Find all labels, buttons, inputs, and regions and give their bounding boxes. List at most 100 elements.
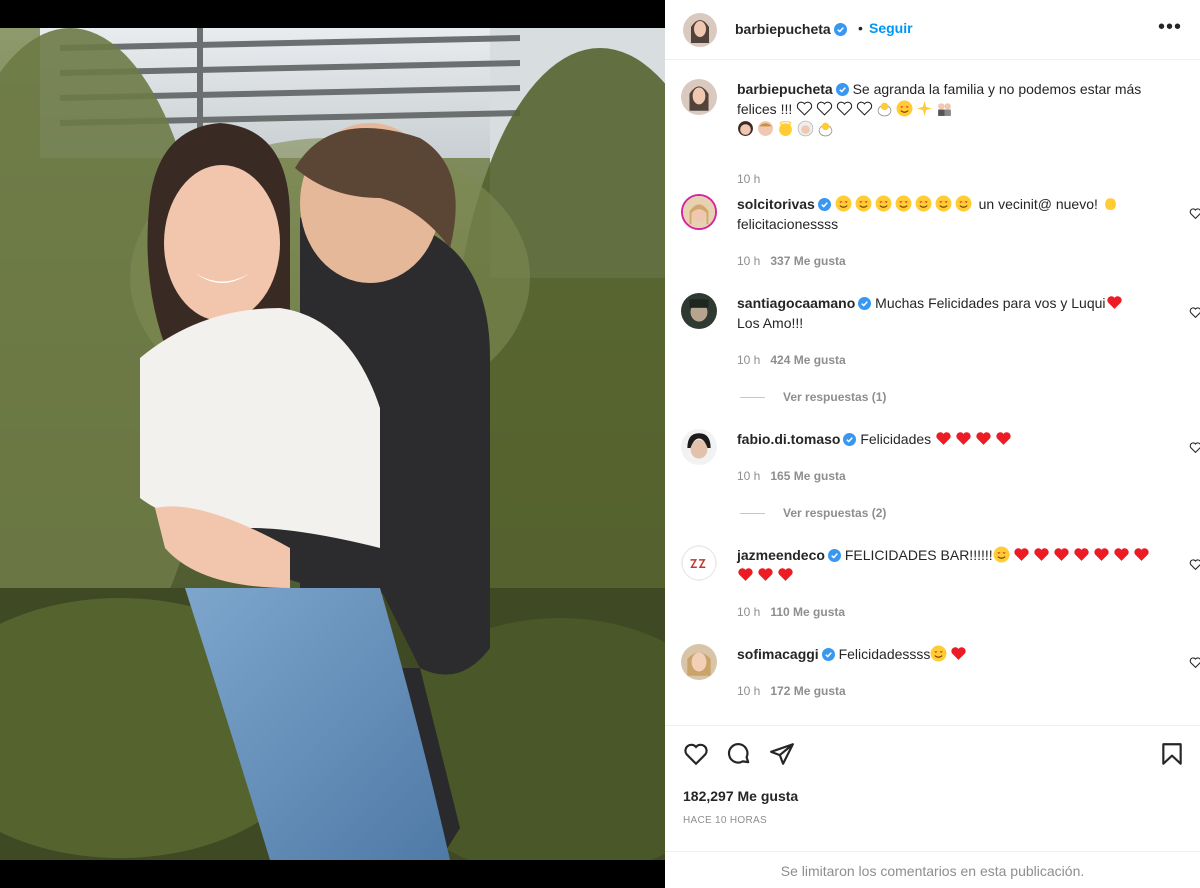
commenter-username[interactable]: sofimacaggi (737, 646, 819, 662)
caption-author-avatar[interactable] (681, 79, 717, 115)
more-options-icon[interactable]: ••• (1158, 16, 1182, 39)
replies-divider-line (740, 397, 765, 399)
comment-likes[interactable]: 110 Me gusta (770, 605, 845, 619)
post-photo[interactable] (0, 28, 665, 860)
comment-likes[interactable]: 424 Me gusta (770, 353, 845, 367)
red-heart-emoji-icon (1014, 548, 1029, 561)
commenter-username[interactable]: jazmeendeco (737, 547, 825, 563)
comment-text: Felicidadessss (838, 646, 931, 662)
commenter-avatar[interactable] (681, 545, 717, 581)
verified-badge-icon (827, 549, 841, 562)
comment-meta: 10 h 337 Me gusta (737, 254, 846, 268)
caption-username[interactable]: barbiepucheta (737, 81, 833, 97)
comment-meta: 10 h 165 Me gusta (737, 469, 846, 483)
red-heart-emoji-icon (738, 568, 753, 581)
red-heart-emoji-icon (1106, 296, 1122, 309)
post-timestamp[interactable]: HACE 10 HORAS (683, 815, 767, 826)
commenter-username[interactable]: solcitorivas (737, 196, 815, 212)
heart-eyes-emoji-row (835, 195, 979, 212)
comment-body: fabio.di.tomaso Felicidades (737, 429, 1157, 449)
verified-badge-icon (843, 433, 857, 446)
red-heart-emoji-icon (996, 432, 1011, 445)
clapping-hands-emoji-icon (1104, 198, 1116, 210)
red-heart-emoji-icon (1094, 548, 1109, 561)
red-heart-emoji-icon (976, 432, 991, 445)
like-heart-icon[interactable] (683, 741, 709, 767)
comment-likes[interactable]: 337 Me gusta (770, 254, 845, 268)
hatching-chick-icon (877, 102, 892, 117)
comment-body: solcitorivas un vecinit@ nuevo! felicita… (737, 194, 1157, 234)
comment-time: 10 h (737, 684, 761, 698)
red-heart-emoji-icon (1074, 548, 1089, 561)
comment-text-line-2: Los Amo!!! (737, 315, 804, 331)
view-replies-button[interactable]: Ver respuestas (2) (740, 506, 886, 520)
commenter-avatar[interactable] (681, 429, 717, 465)
heart-eyes-emoji-icon (930, 645, 947, 662)
verified-badge-icon (835, 83, 849, 96)
caption-family-emoji-row (737, 120, 837, 137)
comment-likes[interactable]: 165 Me gusta (770, 469, 845, 483)
replies-divider-line (740, 513, 765, 515)
red-heart-emoji-icon (1034, 548, 1049, 561)
post-like-count[interactable]: 182,297 Me gusta (683, 788, 798, 804)
comment-like-heart-icon[interactable] (1189, 656, 1200, 669)
red-heart-emoji-icon (1114, 548, 1129, 561)
couple-emoji-icon (938, 103, 952, 116)
red-heart-emoji-icon (956, 432, 971, 445)
woman-emoji-icon (738, 121, 753, 136)
comments-limited-notice: Se limitaron los comentarios en esta pub… (665, 851, 1200, 888)
commenter-avatar[interactable] (681, 644, 717, 680)
sparkles-icon (917, 101, 933, 116)
heart-eyes-emoji-icon (875, 195, 892, 212)
verified-badge-icon (833, 23, 847, 36)
comment-bubble-icon[interactable] (726, 741, 752, 767)
red-heart-emoji-icon (936, 432, 951, 445)
comments-list[interactable]: barbiepucheta Se agranda la familia y no… (665, 61, 1200, 725)
author-username[interactable]: barbiepucheta (735, 21, 831, 37)
comment-meta: 10 h 110 Me gusta (737, 605, 845, 619)
white-heart-icon (857, 101, 873, 116)
verified-badge-icon (817, 198, 831, 211)
commenter-username[interactable]: fabio.di.tomaso (737, 431, 840, 447)
red-heart-emoji-icon (1134, 548, 1149, 561)
author-avatar[interactable] (683, 13, 717, 47)
comment-meta: 10 h 424 Me gusta (737, 353, 846, 367)
comment-like-heart-icon[interactable] (1189, 207, 1200, 220)
comment-meta: 10 h 172 Me gusta (737, 684, 846, 698)
view-replies-label[interactable]: Ver respuestas (1) (783, 390, 886, 404)
comment-like-heart-icon[interactable] (1189, 441, 1200, 454)
man-emoji-icon (758, 121, 773, 136)
heart-eyes-emoji-icon (993, 546, 1010, 563)
commenter-username[interactable]: santiagocaamano (737, 295, 855, 311)
comment-text: Felicidades (860, 431, 932, 447)
red-heart-emoji-icon (951, 647, 967, 660)
caption-time: 10 h (737, 172, 761, 186)
view-replies-label[interactable]: Ver respuestas (2) (783, 506, 886, 520)
post-header: barbiepucheta • Seguir ••• (665, 0, 1200, 60)
comment-like-heart-icon[interactable] (1189, 558, 1200, 571)
comment-text: un vecinit@ nuevo! (978, 196, 1098, 212)
commenter-avatar[interactable] (681, 194, 717, 230)
red-heart-emoji-icon (778, 568, 793, 581)
comment-text: Muchas Felicidades para vos y Luqui (875, 295, 1106, 311)
view-replies-button[interactable]: Ver respuestas (1) (740, 390, 886, 404)
save-bookmark-icon[interactable] (1159, 741, 1185, 767)
author-username-link[interactable]: barbiepucheta (735, 21, 847, 39)
comment-like-heart-icon[interactable] (1189, 306, 1200, 319)
comment-text-line-2: felicitacionessss (737, 216, 839, 232)
post-side-panel: barbiepucheta • Seguir ••• barbiepucheta… (665, 0, 1200, 888)
verified-badge-icon (858, 297, 872, 310)
follow-button[interactable]: Seguir (869, 20, 913, 36)
comment-time: 10 h (737, 605, 761, 619)
comment-time: 10 h (737, 469, 761, 483)
verified-badge-icon (821, 648, 835, 661)
white-heart-icon (837, 101, 853, 116)
comment-body: jazmeendeco FELICIDADES BAR!!!!!! (737, 545, 1157, 585)
share-paper-plane-icon[interactable] (769, 741, 795, 767)
hatching-chick-icon (818, 122, 833, 137)
comment-likes[interactable]: 172 Me gusta (770, 684, 845, 698)
comment-text: FELICIDADES BAR!!!!!! (844, 547, 993, 563)
red-heart-emoji-icon (1054, 548, 1069, 561)
heart-eyes-emoji-icon (855, 195, 872, 212)
commenter-avatar[interactable] (681, 293, 717, 329)
